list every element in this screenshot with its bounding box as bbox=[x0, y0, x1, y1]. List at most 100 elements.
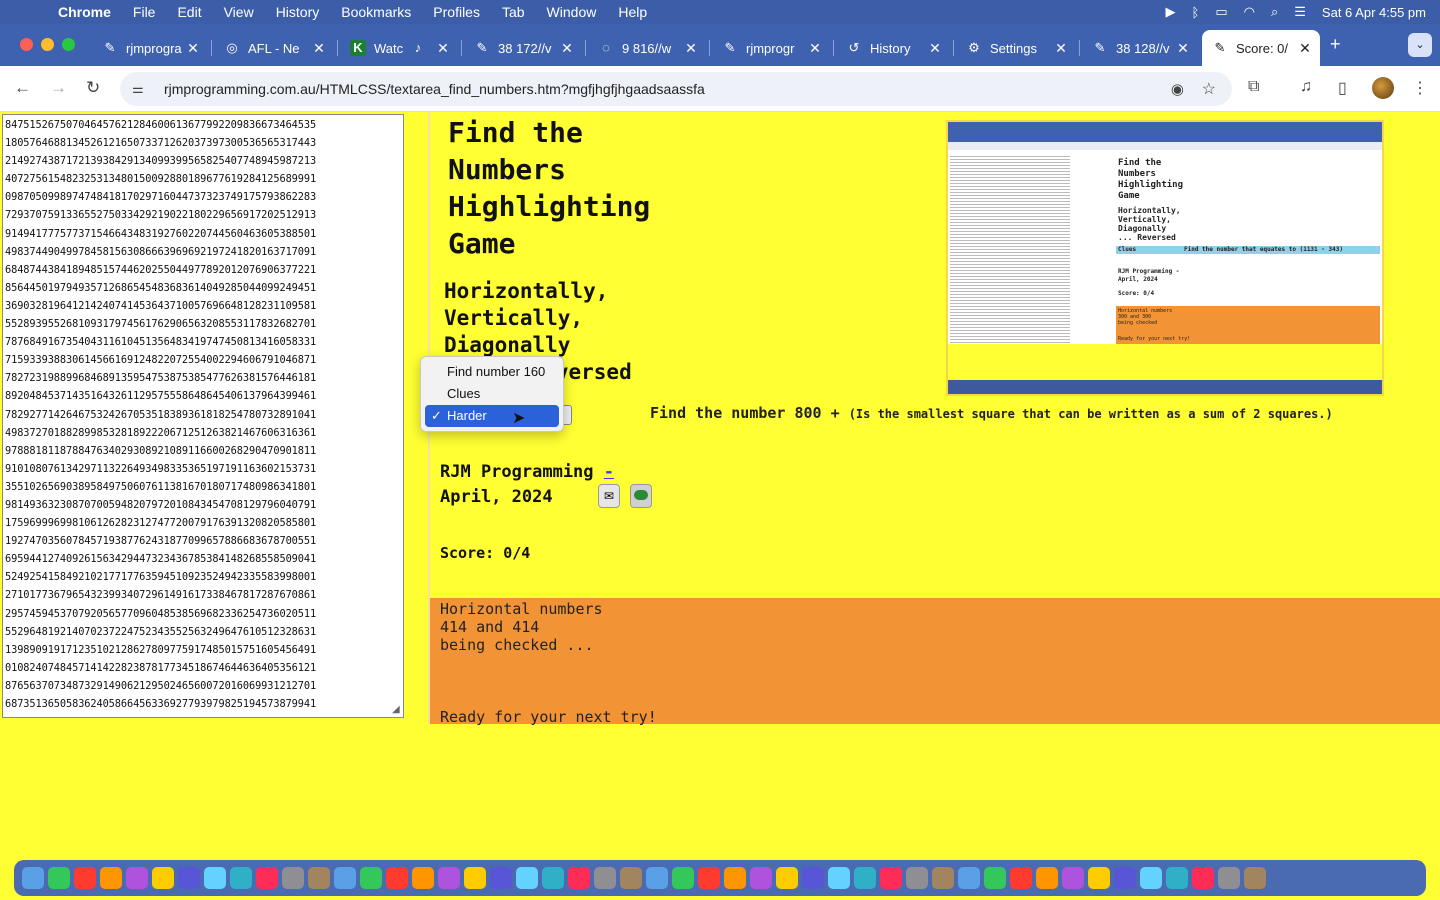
dock-app-icon[interactable] bbox=[776, 867, 798, 889]
speaker-icon[interactable]: ♪ bbox=[410, 40, 426, 56]
reload-icon[interactable]: ↻ bbox=[86, 78, 100, 98]
dock-app-icon[interactable] bbox=[1088, 867, 1110, 889]
search-icon[interactable]: ⌕ bbox=[1271, 4, 1278, 20]
dock-app-icon[interactable] bbox=[1244, 867, 1266, 889]
clock[interactable]: Sat 6 Apr 4:55 pm bbox=[1322, 5, 1426, 20]
site-settings-icon[interactable]: ⚌ bbox=[132, 81, 152, 97]
dock-app-icon[interactable] bbox=[100, 867, 122, 889]
dock-app-icon[interactable] bbox=[1192, 867, 1214, 889]
close-tab-icon[interactable]: ✕ bbox=[1174, 40, 1192, 57]
dock-app-icon[interactable] bbox=[1218, 867, 1240, 889]
dock-app-icon[interactable] bbox=[126, 867, 148, 889]
dock-app-icon[interactable] bbox=[542, 867, 564, 889]
dock-app-icon[interactable] bbox=[282, 867, 304, 889]
dock-app-icon[interactable] bbox=[698, 867, 720, 889]
menu-profiles[interactable]: Profiles bbox=[433, 4, 480, 20]
new-tab-button[interactable]: + bbox=[1330, 34, 1341, 55]
tab-2[interactable]: K Watc ♪ ✕ bbox=[340, 30, 458, 66]
eye-icon[interactable]: ◉ bbox=[1171, 80, 1184, 98]
kebab-menu-icon[interactable]: ⋮ bbox=[1412, 78, 1428, 98]
back-arrow-icon[interactable]: ← bbox=[14, 78, 31, 98]
option-harder[interactable]: ✓ Harder bbox=[425, 405, 559, 427]
bluetooth-icon[interactable]: ᛒ bbox=[1192, 5, 1200, 20]
dock-app-icon[interactable] bbox=[48, 867, 70, 889]
dock-app-icon[interactable] bbox=[828, 867, 850, 889]
dock-app-icon[interactable] bbox=[802, 867, 824, 889]
dock-app-icon[interactable] bbox=[880, 867, 902, 889]
dock-app-icon[interactable] bbox=[854, 867, 876, 889]
close-tab-icon[interactable]: ✕ bbox=[1296, 40, 1314, 57]
mode-dropdown-menu[interactable]: Find number 160 Clues ✓ Harder bbox=[420, 356, 564, 432]
close-window-button[interactable] bbox=[20, 38, 33, 51]
close-tab-icon[interactable]: ✕ bbox=[558, 40, 576, 57]
dock-app-icon[interactable] bbox=[74, 867, 96, 889]
dock-app-icon[interactable] bbox=[308, 867, 330, 889]
menu-bookmarks[interactable]: Bookmarks bbox=[341, 4, 411, 20]
close-tab-icon[interactable]: ✕ bbox=[806, 40, 824, 57]
dock-app-icon[interactable] bbox=[958, 867, 980, 889]
dock-app-icon[interactable] bbox=[1010, 867, 1032, 889]
dock-app-icon[interactable] bbox=[750, 867, 772, 889]
dock-app-icon[interactable] bbox=[438, 867, 460, 889]
close-tab-icon[interactable]: ✕ bbox=[1052, 40, 1070, 57]
tab-search-button[interactable]: ⌄ bbox=[1408, 33, 1432, 57]
menu-app-name[interactable]: Chrome bbox=[58, 4, 111, 20]
tab-7[interactable]: ⚙ Settings ✕ bbox=[956, 30, 1076, 66]
close-tab-icon[interactable]: ✕ bbox=[682, 40, 700, 57]
dock-app-icon[interactable] bbox=[1062, 867, 1084, 889]
forward-arrow-icon[interactable]: → bbox=[50, 78, 67, 98]
dock-app-icon[interactable] bbox=[360, 867, 382, 889]
menu-history[interactable]: History bbox=[276, 4, 320, 20]
side-panel-icon[interactable]: ▯ bbox=[1338, 78, 1347, 98]
battery-icon[interactable]: ▭ bbox=[1215, 4, 1227, 20]
dock-app-icon[interactable] bbox=[724, 867, 746, 889]
email-icon[interactable]: ✉ bbox=[598, 484, 620, 508]
menu-tab[interactable]: Tab bbox=[502, 4, 525, 20]
tab-8[interactable]: ✎ 38 128//v ✕ bbox=[1082, 30, 1198, 66]
resize-grip-icon[interactable]: ◢ bbox=[392, 704, 400, 715]
dock-app-icon[interactable] bbox=[906, 867, 928, 889]
zoom-window-button[interactable] bbox=[62, 38, 75, 51]
dock-app-icon[interactable] bbox=[152, 867, 174, 889]
dock-app-icon[interactable] bbox=[22, 867, 44, 889]
media-control-icon[interactable]: ♫ bbox=[1300, 78, 1312, 96]
dock-app-icon[interactable] bbox=[672, 867, 694, 889]
dock-app-icon[interactable] bbox=[1166, 867, 1188, 889]
dock-app-icon[interactable] bbox=[1036, 867, 1058, 889]
dock-app-icon[interactable] bbox=[516, 867, 538, 889]
dock-app-icon[interactable] bbox=[230, 867, 252, 889]
minimize-window-button[interactable] bbox=[41, 38, 54, 51]
menu-window[interactable]: Window bbox=[547, 4, 597, 20]
tab-4[interactable]: ◌ 9 816//w ✕ bbox=[588, 30, 706, 66]
dock-app-icon[interactable] bbox=[204, 867, 226, 889]
menu-help[interactable]: Help bbox=[618, 4, 647, 20]
dock-app-icon[interactable] bbox=[568, 867, 590, 889]
url-text[interactable]: rjmprogramming.com.au/HTMLCSS/textarea_f… bbox=[164, 81, 705, 97]
dock-app-icon[interactable] bbox=[464, 867, 486, 889]
bookmark-star-icon[interactable]: ☆ bbox=[1202, 79, 1216, 99]
dock-app-icon[interactable] bbox=[984, 867, 1006, 889]
menu-view[interactable]: View bbox=[224, 4, 254, 20]
close-tab-icon[interactable]: ✕ bbox=[926, 40, 944, 57]
close-tab-icon[interactable]: ✕ bbox=[434, 40, 452, 57]
dock-app-icon[interactable] bbox=[490, 867, 512, 889]
profile-avatar[interactable] bbox=[1372, 77, 1394, 99]
option-find-number[interactable]: Find number 160 bbox=[425, 361, 559, 383]
tab-3[interactable]: ✎ 38 172//v ✕ bbox=[464, 30, 582, 66]
dock-app-icon[interactable] bbox=[594, 867, 616, 889]
wifi-icon[interactable]: ◠ bbox=[1244, 4, 1255, 20]
extensions-icon[interactable]: ⧉ bbox=[1248, 78, 1259, 96]
dock-app-icon[interactable] bbox=[178, 867, 200, 889]
close-tab-icon[interactable]: ✕ bbox=[310, 40, 328, 57]
menu-file[interactable]: File bbox=[133, 4, 156, 20]
dock-app-icon[interactable] bbox=[334, 867, 356, 889]
tutorial-screenshot[interactable]: Find the Numbers Highlighting Game Horiz… bbox=[946, 120, 1384, 396]
menu-edit[interactable]: Edit bbox=[177, 4, 201, 20]
dock-app-icon[interactable] bbox=[256, 867, 278, 889]
control-center-icon[interactable]: ☰ bbox=[1294, 4, 1306, 20]
tab-1[interactable]: ◎ AFL - Ne ✕ bbox=[214, 30, 334, 66]
address-bar[interactable]: ⚌ rjmprogramming.com.au/HTMLCSS/textarea… bbox=[120, 72, 1232, 106]
dock-app-icon[interactable] bbox=[1114, 867, 1136, 889]
tab-0[interactable]: ✎ rjmprogra ✕ bbox=[92, 30, 208, 66]
number-grid-textarea[interactable]: 8475152675070464576212846006136779922098… bbox=[2, 114, 404, 718]
